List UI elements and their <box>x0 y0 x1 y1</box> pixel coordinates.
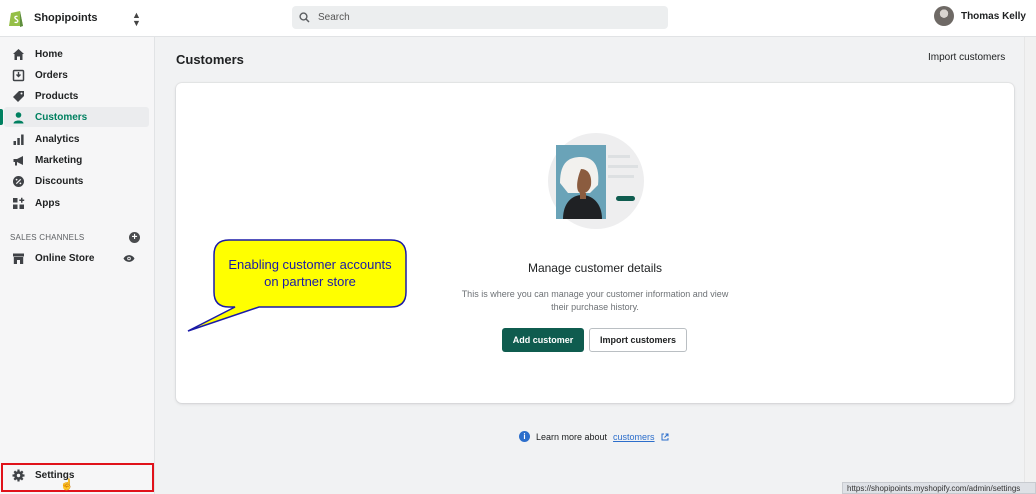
sidebar-item-label: Home <box>35 48 63 60</box>
status-bar-url: https://shopipoints.myshopify.com/admin/… <box>842 482 1036 494</box>
sidebar-item-label: Marketing <box>35 154 83 166</box>
external-link-icon[interactable] <box>661 433 669 441</box>
learn-more-text: Learn more about <box>536 431 608 442</box>
customer-profile-illustration <box>548 133 644 229</box>
storefront-icon <box>13 253 24 264</box>
orders-icon <box>12 69 25 81</box>
sidebar-item-discounts[interactable]: Discounts <box>4 171 149 191</box>
callout-line-1: Enabling customer accounts <box>228 257 392 272</box>
sidebar-item-apps[interactable]: Apps <box>4 193 149 213</box>
import-customers-link[interactable]: Import customers <box>928 52 1005 63</box>
shopify-logo-icon <box>9 11 23 27</box>
search-input[interactable] <box>318 12 638 23</box>
sidebar-item-label: Orders <box>35 69 68 81</box>
sidebar-item-label: Analytics <box>35 133 80 145</box>
gear-icon <box>12 469 25 482</box>
sidebar-item-label: Discounts <box>35 175 84 187</box>
sidebar-item-analytics[interactable]: Analytics <box>4 129 149 149</box>
info-icon: i <box>519 431 530 442</box>
eye-icon[interactable] <box>123 254 135 263</box>
add-sales-channel-icon[interactable]: + <box>129 232 140 243</box>
learn-more-footer: i Learn more about customers <box>519 431 669 442</box>
home-icon <box>13 48 24 60</box>
annotation-callout-text: Enabling customer accounts on partner st… <box>214 256 406 290</box>
import-customers-button[interactable]: Import customers <box>589 328 687 352</box>
add-customer-button[interactable]: Add customer <box>502 328 584 352</box>
tag-icon <box>13 90 24 102</box>
scrollbar[interactable] <box>1024 37 1036 482</box>
bar-chart-icon <box>13 134 24 145</box>
callout-line-2: on partner store <box>264 274 356 289</box>
search-icon <box>299 12 310 23</box>
sidebar-item-label: Apps <box>35 197 60 209</box>
sidebar-item-online-store[interactable]: Online Store <box>4 248 149 268</box>
sidebar-item-orders[interactable]: Orders <box>4 65 149 85</box>
sidebar-item-label: Online Store <box>35 252 95 264</box>
sidebar-item-label: Customers <box>35 111 88 123</box>
hand-cursor-icon: ☝ <box>60 479 74 491</box>
megaphone-icon <box>13 155 23 165</box>
top-bar: Shopipoints ▲▼ Thomas Kelly <box>0 0 1036 37</box>
search-bar[interactable] <box>292 6 668 29</box>
sidebar-item-marketing[interactable]: Marketing <box>4 150 149 170</box>
empty-state-description: This is where you can manage your custom… <box>461 289 729 312</box>
sidebar-item-customers[interactable]: Customers <box>0 107 149 127</box>
sidebar: Home Orders Products Customers Analytics… <box>0 37 155 494</box>
sales-channels-label: SALES CHANNELS <box>10 233 85 242</box>
user-name: Thomas Kelly <box>960 10 1026 22</box>
sidebar-item-home[interactable]: Home <box>4 44 149 64</box>
page-title: Customers <box>176 52 244 67</box>
sidebar-item-label: Products <box>35 90 79 102</box>
sidebar-item-products[interactable]: Products <box>4 86 149 106</box>
store-switcher[interactable]: Shopipoints <box>8 6 98 30</box>
user-menu[interactable]: Thomas Kelly <box>933 6 1026 26</box>
store-name: Shopipoints <box>34 12 98 24</box>
person-icon <box>13 111 24 123</box>
discount-icon <box>13 175 24 187</box>
chevron-updown-icon[interactable]: ▲ ▼ <box>132 11 141 28</box>
apps-icon <box>13 197 25 209</box>
customers-help-link[interactable]: customers <box>613 432 655 442</box>
avatar <box>933 6 954 26</box>
